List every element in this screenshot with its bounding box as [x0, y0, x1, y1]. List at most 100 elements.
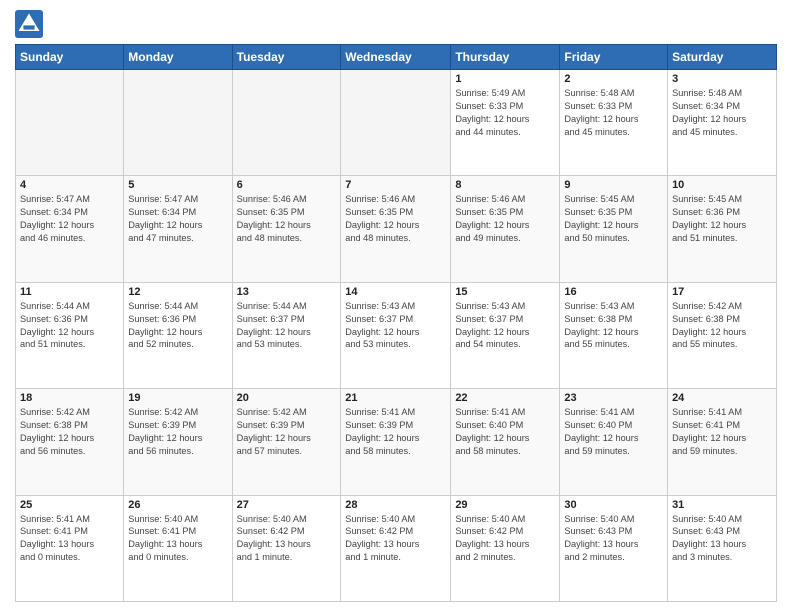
day-info: Sunrise: 5:48 AM Sunset: 6:34 PM Dayligh… [672, 87, 772, 139]
day-number: 10 [672, 179, 772, 191]
calendar-week-row: 25 Sunrise: 5:41 AM Sunset: 6:41 PM Dayli… [16, 495, 777, 601]
calendar-cell: 27 Sunrise: 5:40 AM Sunset: 6:42 PM Dayli… [232, 495, 341, 601]
calendar-week-row: 11 Sunrise: 5:44 AM Sunset: 6:36 PM Dayli… [16, 282, 777, 388]
day-info: Sunrise: 5:42 AM Sunset: 6:39 PM Dayligh… [237, 406, 337, 458]
day-number: 19 [128, 392, 227, 404]
day-number: 5 [128, 179, 227, 191]
day-number: 14 [345, 286, 446, 298]
day-info: Sunrise: 5:42 AM Sunset: 6:38 PM Dayligh… [672, 300, 772, 352]
day-number: 22 [455, 392, 555, 404]
day-info: Sunrise: 5:40 AM Sunset: 6:43 PM Dayligh… [672, 513, 772, 565]
calendar-cell: 31 Sunrise: 5:40 AM Sunset: 6:43 PM Dayli… [668, 495, 777, 601]
day-number: 11 [20, 286, 119, 298]
calendar-cell: 1 Sunrise: 5:49 AM Sunset: 6:33 PM Daylig… [451, 70, 560, 176]
logo-icon [15, 10, 43, 38]
day-info: Sunrise: 5:40 AM Sunset: 6:41 PM Dayligh… [128, 513, 227, 565]
day-info: Sunrise: 5:46 AM Sunset: 6:35 PM Dayligh… [455, 193, 555, 245]
weekday-header-monday: Monday [124, 45, 232, 70]
weekday-header-friday: Friday [560, 45, 668, 70]
day-number: 2 [564, 73, 663, 85]
day-info: Sunrise: 5:41 AM Sunset: 6:41 PM Dayligh… [20, 513, 119, 565]
day-info: Sunrise: 5:47 AM Sunset: 6:34 PM Dayligh… [128, 193, 227, 245]
day-number: 1 [455, 73, 555, 85]
day-info: Sunrise: 5:41 AM Sunset: 6:40 PM Dayligh… [564, 406, 663, 458]
calendar-cell: 24 Sunrise: 5:41 AM Sunset: 6:41 PM Dayli… [668, 389, 777, 495]
weekday-header-thursday: Thursday [451, 45, 560, 70]
calendar-cell [16, 70, 124, 176]
day-info: Sunrise: 5:40 AM Sunset: 6:42 PM Dayligh… [237, 513, 337, 565]
day-number: 25 [20, 499, 119, 511]
day-info: Sunrise: 5:43 AM Sunset: 6:38 PM Dayligh… [564, 300, 663, 352]
day-info: Sunrise: 5:44 AM Sunset: 6:37 PM Dayligh… [237, 300, 337, 352]
calendar-cell: 17 Sunrise: 5:42 AM Sunset: 6:38 PM Dayli… [668, 282, 777, 388]
calendar-cell: 2Sunrise: 5:48 AM Sunset: 6:33 PM Daylig… [560, 70, 668, 176]
day-info: Sunrise: 5:40 AM Sunset: 6:42 PM Dayligh… [345, 513, 446, 565]
day-number: 26 [128, 499, 227, 511]
calendar-cell: 5 Sunrise: 5:47 AM Sunset: 6:34 PM Daylig… [124, 176, 232, 282]
day-info: Sunrise: 5:47 AM Sunset: 6:34 PM Dayligh… [20, 193, 119, 245]
calendar-cell: 30Sunrise: 5:40 AM Sunset: 6:43 PM Dayli… [560, 495, 668, 601]
calendar-cell [232, 70, 341, 176]
calendar-cell: 6 Sunrise: 5:46 AM Sunset: 6:35 PM Daylig… [232, 176, 341, 282]
day-info: Sunrise: 5:41 AM Sunset: 6:41 PM Dayligh… [672, 406, 772, 458]
calendar-page: SundayMondayTuesdayWednesdayThursdayFrid… [0, 0, 792, 612]
calendar-cell: 4Sunrise: 5:47 AM Sunset: 6:34 PM Daylig… [16, 176, 124, 282]
calendar-cell: 10 Sunrise: 5:45 AM Sunset: 6:36 PM Dayli… [668, 176, 777, 282]
day-info: Sunrise: 5:44 AM Sunset: 6:36 PM Dayligh… [20, 300, 119, 352]
day-info: Sunrise: 5:49 AM Sunset: 6:33 PM Dayligh… [455, 87, 555, 139]
day-info: Sunrise: 5:45 AM Sunset: 6:36 PM Dayligh… [672, 193, 772, 245]
day-info: Sunrise: 5:42 AM Sunset: 6:39 PM Dayligh… [128, 406, 227, 458]
calendar-cell: 3 Sunrise: 5:48 AM Sunset: 6:34 PM Daylig… [668, 70, 777, 176]
weekday-header-sunday: Sunday [16, 45, 124, 70]
weekday-header-saturday: Saturday [668, 45, 777, 70]
day-number: 9 [564, 179, 663, 191]
day-number: 24 [672, 392, 772, 404]
day-info: Sunrise: 5:46 AM Sunset: 6:35 PM Dayligh… [237, 193, 337, 245]
calendar-cell: 29 Sunrise: 5:40 AM Sunset: 6:42 PM Dayli… [451, 495, 560, 601]
day-info: Sunrise: 5:45 AM Sunset: 6:35 PM Dayligh… [564, 193, 663, 245]
day-number: 3 [672, 73, 772, 85]
day-number: 17 [672, 286, 772, 298]
day-number: 16 [564, 286, 663, 298]
header [15, 10, 777, 38]
day-number: 18 [20, 392, 119, 404]
calendar-cell: 8 Sunrise: 5:46 AM Sunset: 6:35 PM Daylig… [451, 176, 560, 282]
day-number: 28 [345, 499, 446, 511]
calendar-week-row: 18 Sunrise: 5:42 AM Sunset: 6:38 PM Dayli… [16, 389, 777, 495]
calendar-cell: 26 Sunrise: 5:40 AM Sunset: 6:41 PM Dayli… [124, 495, 232, 601]
calendar-cell: 13Sunrise: 5:44 AM Sunset: 6:37 PM Dayli… [232, 282, 341, 388]
calendar-cell: 11 Sunrise: 5:44 AM Sunset: 6:36 PM Dayli… [16, 282, 124, 388]
day-number: 29 [455, 499, 555, 511]
calendar-cell [124, 70, 232, 176]
day-number: 21 [345, 392, 446, 404]
logo [15, 10, 47, 38]
weekday-header-tuesday: Tuesday [232, 45, 341, 70]
calendar-cell: 7 Sunrise: 5:46 AM Sunset: 6:35 PM Daylig… [341, 176, 451, 282]
calendar-cell: 23 Sunrise: 5:41 AM Sunset: 6:40 PM Dayli… [560, 389, 668, 495]
calendar-cell: 21 Sunrise: 5:41 AM Sunset: 6:39 PM Dayli… [341, 389, 451, 495]
calendar-cell: 16 Sunrise: 5:43 AM Sunset: 6:38 PM Dayli… [560, 282, 668, 388]
day-number: 20 [237, 392, 337, 404]
day-info: Sunrise: 5:46 AM Sunset: 6:35 PM Dayligh… [345, 193, 446, 245]
calendar-cell: 19 Sunrise: 5:42 AM Sunset: 6:39 PM Dayli… [124, 389, 232, 495]
day-info: Sunrise: 5:41 AM Sunset: 6:39 PM Dayligh… [345, 406, 446, 458]
day-number: 8 [455, 179, 555, 191]
day-number: 12 [128, 286, 227, 298]
day-info: Sunrise: 5:42 AM Sunset: 6:38 PM Dayligh… [20, 406, 119, 458]
calendar-cell: 14Sunrise: 5:43 AM Sunset: 6:37 PM Dayli… [341, 282, 451, 388]
calendar-cell: 28 Sunrise: 5:40 AM Sunset: 6:42 PM Dayli… [341, 495, 451, 601]
calendar-table: SundayMondayTuesdayWednesdayThursdayFrid… [15, 44, 777, 602]
calendar-cell: 18 Sunrise: 5:42 AM Sunset: 6:38 PM Dayli… [16, 389, 124, 495]
day-number: 27 [237, 499, 337, 511]
weekday-header-wednesday: Wednesday [341, 45, 451, 70]
calendar-cell: 15Sunrise: 5:43 AM Sunset: 6:37 PM Dayli… [451, 282, 560, 388]
day-info: Sunrise: 5:40 AM Sunset: 6:43 PM Dayligh… [564, 513, 663, 565]
day-number: 6 [237, 179, 337, 191]
day-number: 23 [564, 392, 663, 404]
day-number: 7 [345, 179, 446, 191]
day-info: Sunrise: 5:40 AM Sunset: 6:42 PM Dayligh… [455, 513, 555, 565]
calendar-cell: 9 Sunrise: 5:45 AM Sunset: 6:35 PM Daylig… [560, 176, 668, 282]
calendar-cell: 12Sunrise: 5:44 AM Sunset: 6:36 PM Dayli… [124, 282, 232, 388]
day-info: Sunrise: 5:41 AM Sunset: 6:40 PM Dayligh… [455, 406, 555, 458]
day-number: 31 [672, 499, 772, 511]
